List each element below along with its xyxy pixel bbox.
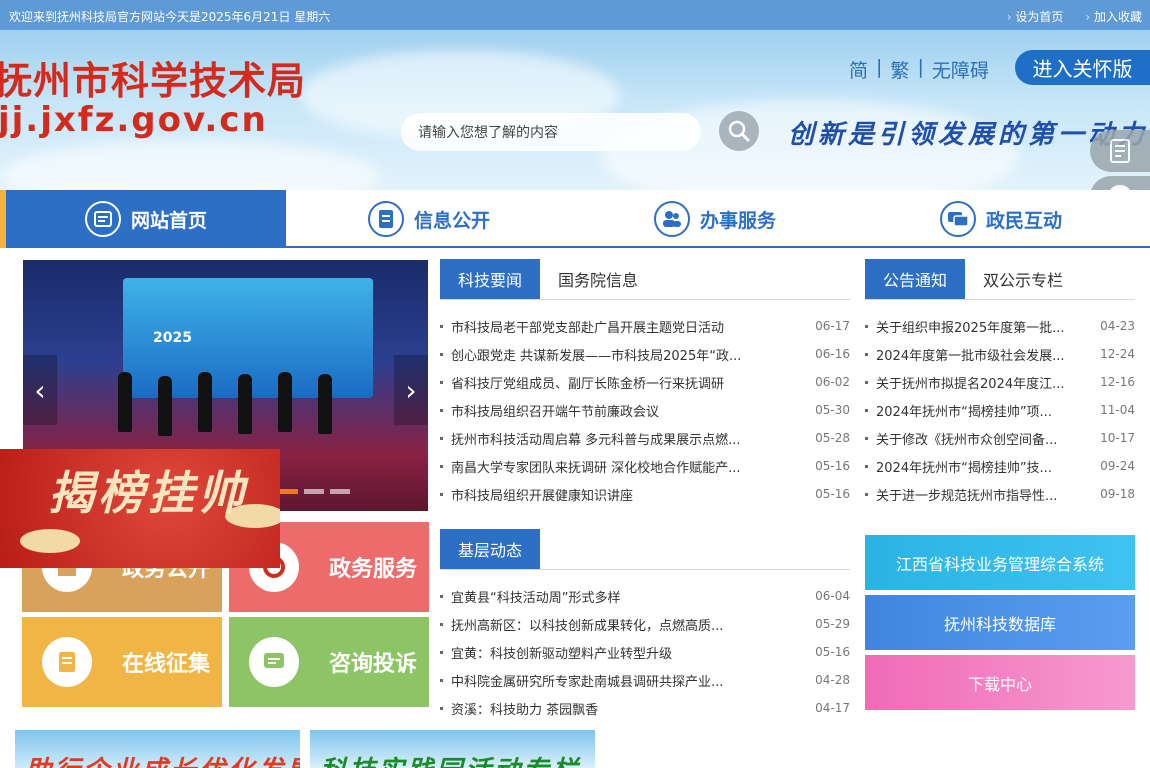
slider-photo-figure [198, 372, 212, 432]
float-document-button[interactable] [1090, 130, 1150, 172]
list-item[interactable]: 南昌大学专家团队来抚调研 深化校地合作赋能产... 05-16 [440, 452, 850, 480]
grassroots-list: 宜黄县“科技活动周”形式多样 06-04 抚州高新区：以科技创新成果转化，点燃高质… [440, 582, 850, 722]
nav-services[interactable]: 办事服务 [572, 190, 858, 248]
separator: | [876, 56, 883, 78]
floating-promo-popup[interactable]: 揭榜挂帅 [0, 449, 280, 568]
list-item[interactable]: 市科技局老干部党支部赴广昌开展主题党日活动 06-17 [440, 312, 850, 340]
tab-double-publicity[interactable]: 双公示专栏 [965, 259, 1081, 299]
list-item[interactable]: 2024年度第一批市级社会发展... 12-24 [865, 340, 1135, 368]
slider-dot[interactable] [330, 489, 350, 494]
news-tabs: 科技要闻 国务院信息 [440, 259, 850, 300]
people-icon [653, 201, 690, 237]
nav-label: 网站首页 [130, 209, 207, 232]
popup-title: 揭榜挂帅 [48, 466, 248, 520]
site-logo-url: jj.jxfz.gov.cn [0, 100, 268, 140]
message-icon [249, 637, 299, 687]
list-item[interactable]: 宜黄：科技创新驱动塑料产业转型升级 05-16 [440, 638, 850, 666]
tab-state-council[interactable]: 国务院信息 [540, 259, 656, 299]
chat-icon [939, 201, 976, 237]
top-bar: 欢迎来到抚州科技局官方网站今天是2025年6月21日 星期六 设为首页 加入收藏 [0, 0, 1150, 30]
list-item[interactable]: 资溪：科技助力 茶园飘香 04-17 [440, 694, 850, 722]
list-item[interactable]: 市科技局组织召开端午节前廉政会议 05-30 [440, 396, 850, 424]
grassroots-panel: 基层动态 宜黄县“科技活动周”形式多样 06-04 抚州高新区：以科技创新成果转化… [440, 529, 850, 722]
list-item[interactable]: 2024年抚州市“揭榜挂帅”项... 11-04 [865, 396, 1135, 424]
search-icon [728, 120, 750, 142]
search-button[interactable] [719, 111, 759, 151]
slider-dots [278, 489, 350, 494]
add-favorite-link[interactable]: 加入收藏 [1085, 8, 1142, 25]
slider-dot[interactable] [304, 489, 324, 494]
list-item[interactable]: 2024年抚州市“揭榜挂帅”技... 09-24 [865, 452, 1135, 480]
cloud-decoration [0, 140, 380, 190]
site-logo-title[interactable]: 抚州市科学技术局 [0, 50, 306, 105]
simplified-chinese-link[interactable]: 简 [849, 56, 868, 83]
nav-interaction[interactable]: 政民互动 [858, 190, 1144, 248]
top-links: 设为首页 加入收藏 [1007, 8, 1142, 25]
list-item[interactable]: 抚州市科技活动周启幕 多元科普与成果展示点燃... 05-28 [440, 424, 850, 452]
list-item[interactable]: 关于修改《抚州市众创空间备... 10-17 [865, 424, 1135, 452]
tile-label: 咨询投诉 [328, 652, 417, 677]
form-icon [42, 637, 92, 687]
list-item[interactable]: 创心跟党走 共谋新发展——市科技局2025年“政... 06-16 [440, 340, 850, 368]
list-item[interactable]: 中科院金属研究所专家赴南城县调研共探产业... 04-28 [440, 666, 850, 694]
slider-dot[interactable] [278, 489, 298, 494]
accessibility-link[interactable]: 无障碍 [932, 56, 989, 83]
nav-info-disclosure[interactable]: 信息公开 [286, 190, 572, 248]
list-item[interactable]: 市科技局组织开展健康知识讲座 05-16 [440, 480, 850, 508]
set-home-link[interactable]: 设为首页 [1007, 8, 1063, 25]
care-mode-button[interactable]: 进入关怀版 [1015, 50, 1150, 85]
notice-tabs: 公告通知 双公示专栏 [865, 259, 1135, 300]
fuzhou-tech-database-button[interactable]: 抚州科技数据库 [865, 595, 1135, 650]
document-icon [367, 201, 404, 237]
slider-photo-figure [318, 374, 332, 434]
nav-label: 办事服务 [699, 209, 776, 232]
welcome-text: 欢迎来到抚州科技局官方网站今天是2025年6月21日 星期六 [9, 10, 331, 24]
jiangxi-tech-system-button[interactable]: 江西省科技业务管理综合系统 [865, 535, 1135, 590]
slider-next-arrow[interactable]: › [394, 355, 428, 425]
slider-photo-figure [238, 374, 252, 434]
site-header: 抚州市科学技术局 jj.jxfz.gov.cn 简 | 繁 | 无障碍 进入关怀… [0, 30, 1150, 190]
tile-label: 政务服务 [328, 557, 417, 582]
grassroots-tabs: 基层动态 [440, 529, 850, 570]
promo-banner-practice-park[interactable]: 科技实践园活动专栏 [310, 730, 595, 768]
tab-grassroots[interactable]: 基层动态 [440, 529, 541, 569]
promo-banner-business-environment[interactable]: 助行企业成长优化发展环境 [15, 730, 300, 768]
cloud-decoration [20, 529, 80, 553]
slider-prev-arrow[interactable]: ‹ [23, 355, 57, 425]
slider-photo-figure [278, 372, 292, 432]
tile-online-collection[interactable]: 在线征集 [22, 617, 222, 707]
notice-list: 关于组织申报2025年度第一批... 04-23 2024年度第一批市级社会发展.… [865, 312, 1135, 508]
tile-consult-complaint[interactable]: 咨询投诉 [229, 617, 429, 707]
slider-screen-text: 2025 [153, 330, 192, 346]
download-center-button[interactable]: 下载中心 [865, 655, 1135, 710]
search-input[interactable] [401, 113, 701, 151]
list-item[interactable]: 抚州高新区：以科技创新成果转化，点燃高质... 05-29 [440, 610, 850, 638]
tile-label: 在线征集 [121, 652, 210, 677]
slider-photo-figure [118, 372, 132, 432]
nav-label: 政民互动 [985, 209, 1062, 232]
nav-home[interactable]: 网站首页 [0, 190, 286, 248]
home-icon [84, 201, 121, 237]
document-icon [1110, 139, 1130, 163]
list-item[interactable]: 省科技厅党组成员、副厅长陈金桥一行来抚调研 06-02 [440, 368, 850, 396]
list-item[interactable]: 宜黄县“科技活动周”形式多样 06-04 [440, 582, 850, 610]
list-item[interactable]: 关于组织申报2025年度第一批... 04-23 [865, 312, 1135, 340]
slider-photo-figure [158, 376, 172, 436]
tab-tech-news[interactable]: 科技要闻 [440, 259, 541, 299]
list-item[interactable]: 关于抚州市拟提名2024年度江... 12-16 [865, 368, 1135, 396]
tab-announcements[interactable]: 公告通知 [865, 259, 966, 299]
main-nav: 网站首页 信息公开 办事服务 政民互动 [0, 190, 1150, 248]
news-panel: 科技要闻 国务院信息 市科技局老干部党支部赴广昌开展主题党日活动 06-17 创心… [440, 259, 850, 508]
nav-label: 信息公开 [413, 209, 490, 232]
traditional-chinese-link[interactable]: 繁 [890, 56, 909, 83]
list-item[interactable]: 关于进一步规范抚州市指导性... 09-18 [865, 480, 1135, 508]
separator: | [917, 56, 924, 78]
language-switcher: 简 | 繁 | 无障碍 [849, 56, 989, 83]
news-list: 市科技局老干部党支部赴广昌开展主题党日活动 06-17 创心跟党走 共谋新发展——… [440, 312, 850, 508]
notice-panel: 公告通知 双公示专栏 关于组织申报2025年度第一批... 04-23 2024年… [865, 259, 1135, 508]
